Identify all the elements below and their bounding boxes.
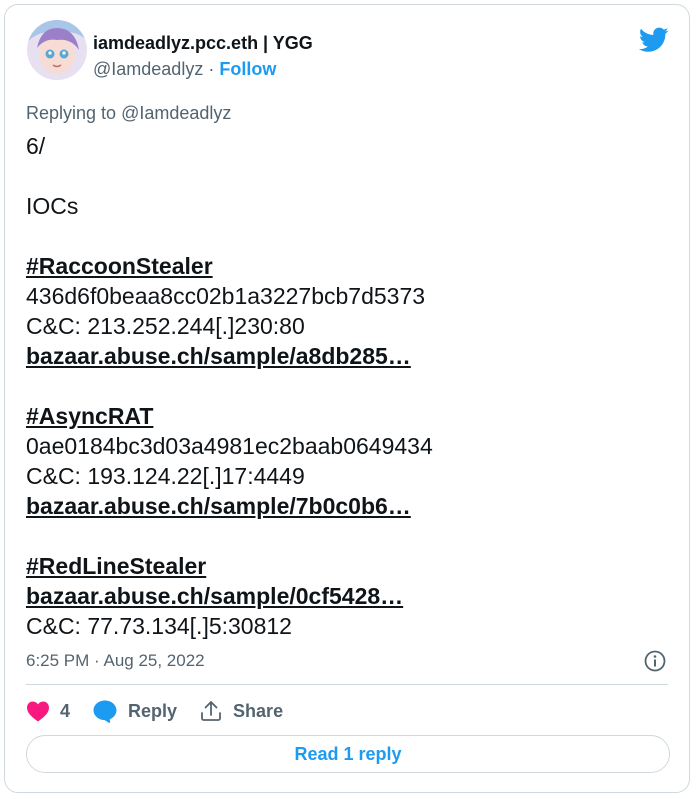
reply-button[interactable]: Reply bbox=[92, 699, 177, 723]
sample-link[interactable]: bazaar.abuse.ch/sample/0cf5428… bbox=[26, 583, 403, 609]
hashtag-raccoonstealer[interactable]: #RaccoonStealer bbox=[26, 253, 213, 279]
ioc-cc: C&C: 193.124.22[.]17:4449 bbox=[26, 463, 305, 489]
like-button[interactable]: 4 bbox=[26, 700, 70, 722]
author-display-name[interactable]: iamdeadlyz.pcc.eth | YGG bbox=[93, 33, 313, 54]
tweet-timestamp[interactable]: 6:25 PM · Aug 25, 2022 bbox=[26, 651, 205, 671]
avatar[interactable] bbox=[27, 20, 87, 80]
hashtag-redlinestealer[interactable]: #RedLineStealer bbox=[26, 553, 206, 579]
share-upload-icon bbox=[201, 701, 221, 721]
handle-separator: · bbox=[208, 59, 215, 79]
sample-link[interactable]: bazaar.abuse.ch/sample/a8db285… bbox=[26, 343, 411, 369]
like-count: 4 bbox=[60, 700, 71, 721]
reply-label: Reply bbox=[128, 700, 178, 721]
share-button[interactable]: Share bbox=[199, 699, 283, 723]
tweet-line: IOCs bbox=[26, 193, 79, 219]
follow-button[interactable]: Follow bbox=[219, 59, 276, 79]
info-icon[interactable] bbox=[643, 649, 667, 673]
tweet-body: 6/ IOCs #RaccoonStealer 436d6f0beaa8cc02… bbox=[26, 131, 666, 641]
action-bar: 4 Reply Share bbox=[26, 695, 305, 727]
sample-link[interactable]: bazaar.abuse.ch/sample/7b0c0b6… bbox=[26, 493, 411, 519]
ioc-cc: C&C: 213.252.244[.]230:80 bbox=[26, 313, 305, 339]
author-handle-row: @Iamdeadlyz · Follow bbox=[93, 59, 276, 80]
share-label: Share bbox=[233, 700, 284, 721]
read-replies-button[interactable]: Read 1 reply bbox=[26, 735, 670, 773]
replying-to: Replying to @Iamdeadlyz bbox=[26, 103, 231, 124]
tweet-line: 6/ bbox=[26, 133, 46, 159]
ioc-hash: 0ae0184bc3d03a4981ec2baab0649434 bbox=[26, 433, 433, 459]
divider bbox=[26, 684, 668, 685]
twitter-bird-icon[interactable] bbox=[639, 27, 669, 53]
heart-icon bbox=[27, 701, 49, 722]
replying-prefix: Replying to bbox=[26, 103, 117, 123]
ioc-hash: 436d6f0beaa8cc02b1a3227bcb7d5373 bbox=[26, 283, 426, 309]
tweet-card: iamdeadlyz.pcc.eth | YGG @Iamdeadlyz · F… bbox=[4, 4, 690, 793]
read-replies-label: Read 1 reply bbox=[294, 743, 402, 764]
ioc-cc: C&C: 77.73.134[.]5:30812 bbox=[26, 613, 292, 639]
speech-bubble-icon bbox=[93, 700, 117, 723]
hashtag-asyncrat[interactable]: #AsyncRAT bbox=[26, 403, 153, 429]
replying-mention[interactable]: @Iamdeadlyz bbox=[121, 103, 231, 123]
author-handle[interactable]: @Iamdeadlyz bbox=[93, 59, 203, 79]
